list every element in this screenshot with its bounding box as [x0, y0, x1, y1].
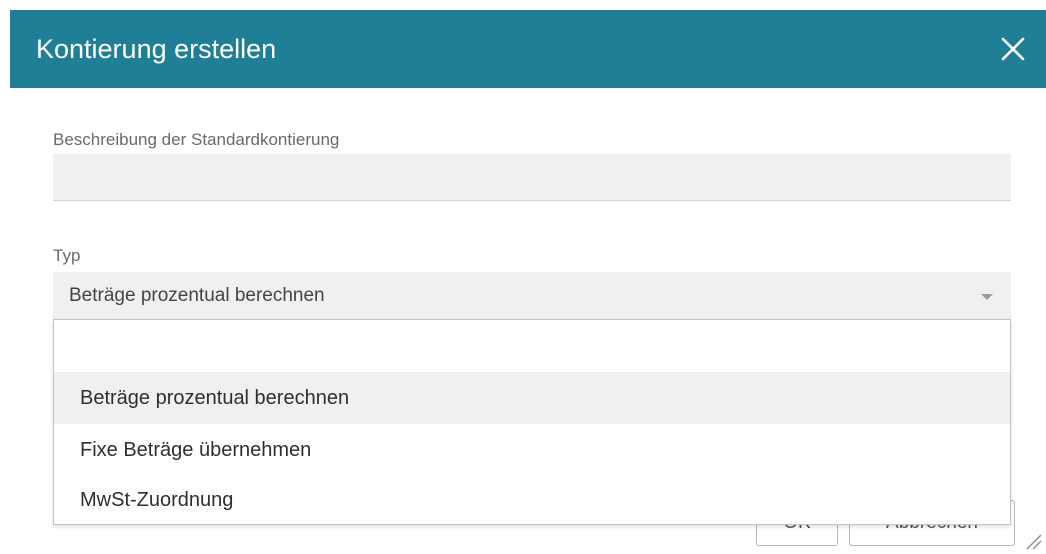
dialog-header: Kontierung erstellen	[10, 10, 1046, 88]
dropdown-option-percentage[interactable]: Beträge prozentual berechnen	[54, 372, 1010, 424]
dropdown-arrow-icon	[981, 294, 993, 300]
description-input[interactable]	[53, 154, 1011, 201]
dropdown-option-vat-assignment[interactable]: MwSt-Zuordnung	[54, 474, 1010, 526]
description-label: Beschreibung der Standardkontierung	[53, 130, 340, 149]
resize-handle[interactable]	[1024, 532, 1042, 550]
type-dropdown-list: Beträge prozentual berechnen Fixe Beträg…	[53, 320, 1011, 525]
create-account-assignment-dialog: Kontierung erstellen Beschreibung der St…	[0, 0, 1046, 554]
dropdown-option-fixed-amounts[interactable]: Fixe Beträge übernehmen	[54, 424, 1010, 476]
dialog-title: Kontierung erstellen	[36, 34, 277, 64]
close-icon	[1001, 37, 1025, 61]
dropdown-search-input[interactable]	[62, 326, 1002, 366]
type-label: Typ	[53, 246, 81, 265]
resize-handle-icon	[1026, 534, 1042, 550]
type-select[interactable]: Beträge prozentual berechnen	[53, 272, 1011, 320]
close-button[interactable]	[994, 30, 1032, 68]
type-selected-value: Beträge prozentual berechnen	[69, 285, 325, 306]
